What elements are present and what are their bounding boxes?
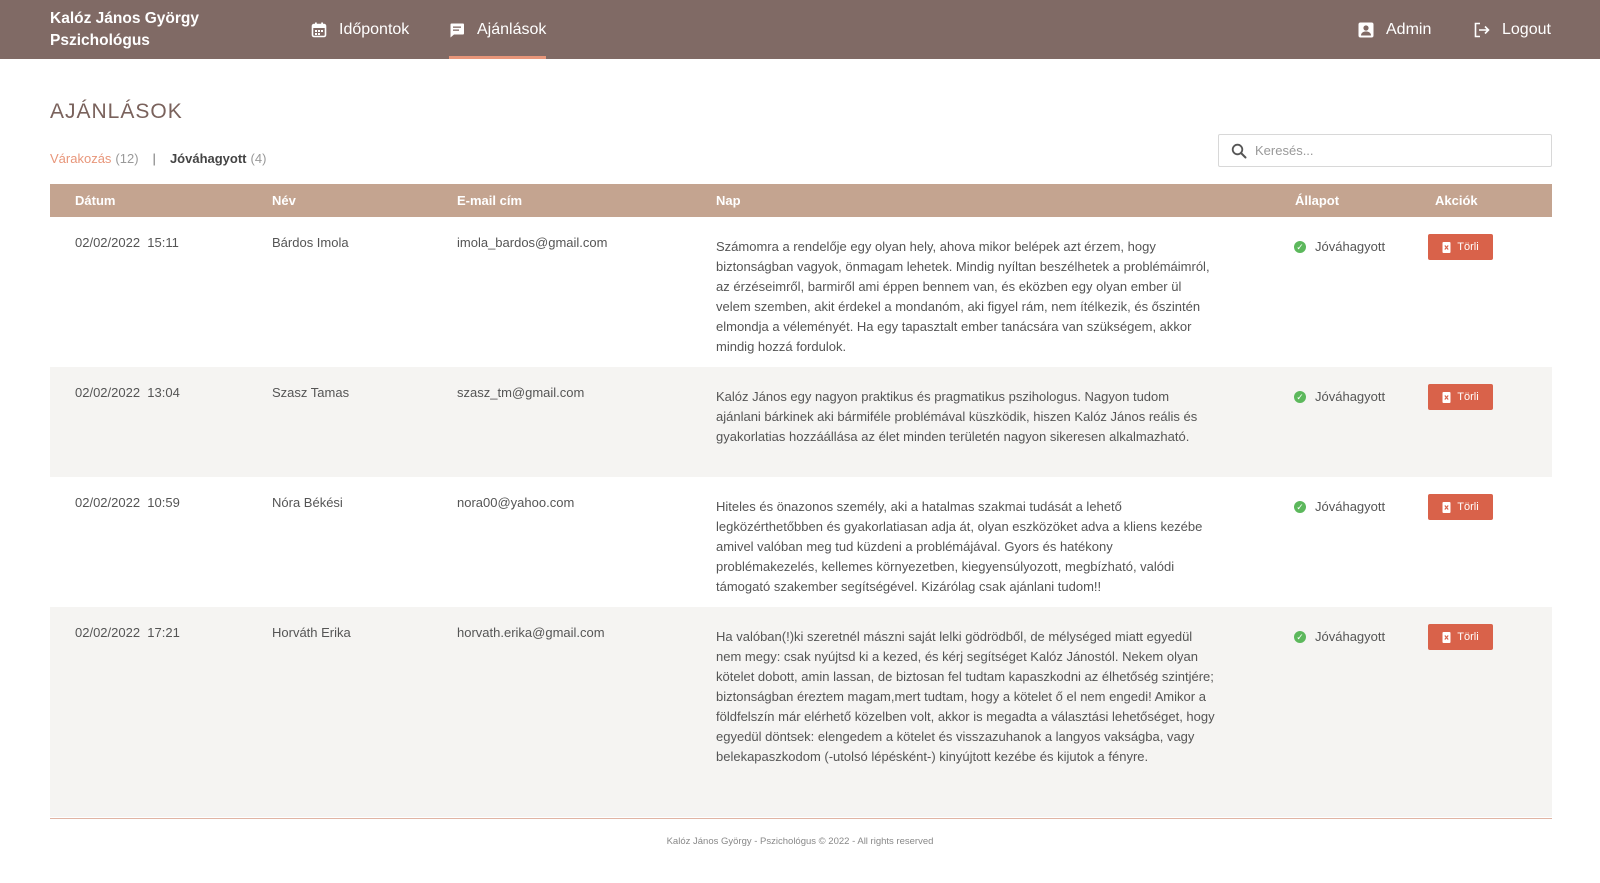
top-navbar: Kalóz János György Pszichológus Időponto…: [0, 0, 1600, 59]
row-recommendation-text: Számomra a rendelője egy olyan hely, aho…: [716, 239, 1210, 354]
table-header: Dátum Név E-mail cím Nap Állapot Akciók: [50, 184, 1552, 217]
check-circle-icon: ✓: [1294, 500, 1306, 513]
column-header-name[interactable]: Név: [272, 193, 296, 208]
search-input[interactable]: [1255, 143, 1535, 158]
row-name: Szasz Tamas: [272, 385, 350, 400]
column-header-date[interactable]: Dátum: [75, 193, 115, 208]
row-email: imola_bardos@gmail.com: [457, 235, 608, 250]
delete-button-label: Törli: [1457, 501, 1479, 513]
delete-button[interactable]: Törli: [1428, 494, 1493, 520]
user-icon: [1358, 22, 1374, 37]
status-label: Jóváhagyott: [1315, 389, 1386, 404]
row-actions: Törli: [1428, 234, 1493, 260]
table-row: 02/02/2022 10:59 Nóra Békési nora00@yaho…: [50, 477, 1552, 607]
comment-icon: [450, 23, 464, 37]
row-name: Horváth Erika: [272, 625, 351, 640]
status-badge: ✓ Jóváhagyott: [1294, 629, 1385, 644]
brand-subtitle: Pszichológus: [50, 32, 150, 49]
trash-icon: [1442, 631, 1451, 643]
nav-times-label: Időpontok: [339, 20, 410, 38]
filter-waiting-label: Várakozás: [50, 151, 112, 166]
delete-button-label: Törli: [1457, 391, 1479, 403]
nav-admin-label: Admin: [1386, 20, 1432, 38]
row-date: 02/02/2022 10:59: [75, 495, 180, 510]
nav-item-recommendations[interactable]: Ajánlások: [449, 0, 547, 59]
column-header-status[interactable]: Állapot: [1295, 193, 1339, 208]
page-title: AJÁNLÁSOK: [50, 100, 183, 123]
row-date: 02/02/2022 13:04: [75, 385, 180, 400]
footer-copyright: Kalóz János György - Pszichológus © 2022…: [666, 836, 934, 847]
row-recommendation-text: Hiteles és önazonos személy, aki a hatal…: [716, 499, 1203, 594]
nav-recommendations-label: Ajánlások: [477, 20, 547, 38]
check-circle-icon: ✓: [1294, 390, 1306, 403]
table-row: 02/02/2022 13:04 Szasz Tamas szasz_tm@gm…: [50, 367, 1552, 477]
filter-waiting[interactable]: Várakozás (12): [50, 151, 139, 166]
row-name: Bárdos Imola: [272, 235, 349, 250]
status-label: Jóváhagyott: [1315, 239, 1386, 254]
brand-name: Kalóz János György: [50, 10, 200, 27]
row-recommendation-text: Ha valóban(!)ki szeretnél mászni saját l…: [716, 629, 1215, 764]
delete-button-label: Törli: [1457, 241, 1479, 253]
status-label: Jóváhagyott: [1315, 629, 1386, 644]
brand-logo[interactable]: Kalóz János György Pszichológus: [50, 8, 250, 52]
nav-item-times[interactable]: Időpontok: [311, 0, 409, 59]
nav-logout-label: Logout: [1502, 20, 1551, 38]
filter-approved-count: (4): [250, 151, 267, 166]
filter-approved[interactable]: Jóváhagyott (4): [170, 151, 266, 166]
table-row: 02/02/2022 15:11 Bárdos Imola imola_bard…: [50, 217, 1552, 367]
row-email: szasz_tm@gmail.com: [457, 385, 585, 400]
row-actions: Törli: [1428, 384, 1493, 410]
delete-button[interactable]: Törli: [1428, 624, 1493, 650]
table-row: 02/02/2022 17:21 Horváth Erika horvath.e…: [50, 607, 1552, 817]
status-badge: ✓ Jóváhagyott: [1294, 499, 1385, 514]
status-filter: Várakozás (12) | Jóváhagyott (4): [50, 151, 266, 166]
row-date: 02/02/2022 15:11: [75, 235, 179, 250]
status-badge: ✓ Jóváhagyott: [1294, 239, 1385, 254]
column-header-email[interactable]: E-mail cím: [457, 193, 522, 208]
check-circle-icon: ✓: [1294, 630, 1306, 643]
delete-button[interactable]: Törli: [1428, 234, 1493, 260]
trash-icon: [1442, 391, 1451, 403]
search-icon: [1231, 143, 1247, 158]
row-recommendation-text: Kalóz János egy nagyon praktikus és prag…: [716, 389, 1198, 444]
trash-icon: [1442, 501, 1451, 513]
nav-item-logout[interactable]: Logout: [1473, 0, 1551, 59]
filter-waiting-count: (12): [115, 151, 139, 166]
table-bottom-divider: [50, 818, 1552, 819]
logout-icon: [1474, 22, 1490, 37]
calendar-icon: [311, 22, 327, 37]
status-badge: ✓ Jóváhagyott: [1294, 389, 1385, 404]
row-email: nora00@yahoo.com: [457, 495, 575, 510]
filter-approved-label: Jóváhagyott: [169, 151, 247, 166]
active-tab-indicator: [449, 56, 547, 59]
nav-item-admin[interactable]: Admin: [1358, 0, 1431, 59]
check-circle-icon: ✓: [1294, 240, 1306, 253]
column-header-actions: Akciók: [1435, 193, 1478, 208]
search-box: [1218, 134, 1552, 167]
status-label: Jóváhagyott: [1315, 499, 1386, 514]
row-date: 02/02/2022 17:21: [75, 625, 180, 640]
row-name: Nóra Békési: [272, 495, 343, 510]
trash-icon: [1442, 241, 1451, 253]
row-email: horvath.erika@gmail.com: [457, 625, 605, 640]
delete-button[interactable]: Törli: [1428, 384, 1493, 410]
filter-separator: |: [152, 151, 156, 166]
column-header-day[interactable]: Nap: [716, 193, 741, 208]
delete-button-label: Törli: [1457, 631, 1479, 643]
row-actions: Törli: [1428, 624, 1493, 650]
row-actions: Törli: [1428, 494, 1493, 520]
